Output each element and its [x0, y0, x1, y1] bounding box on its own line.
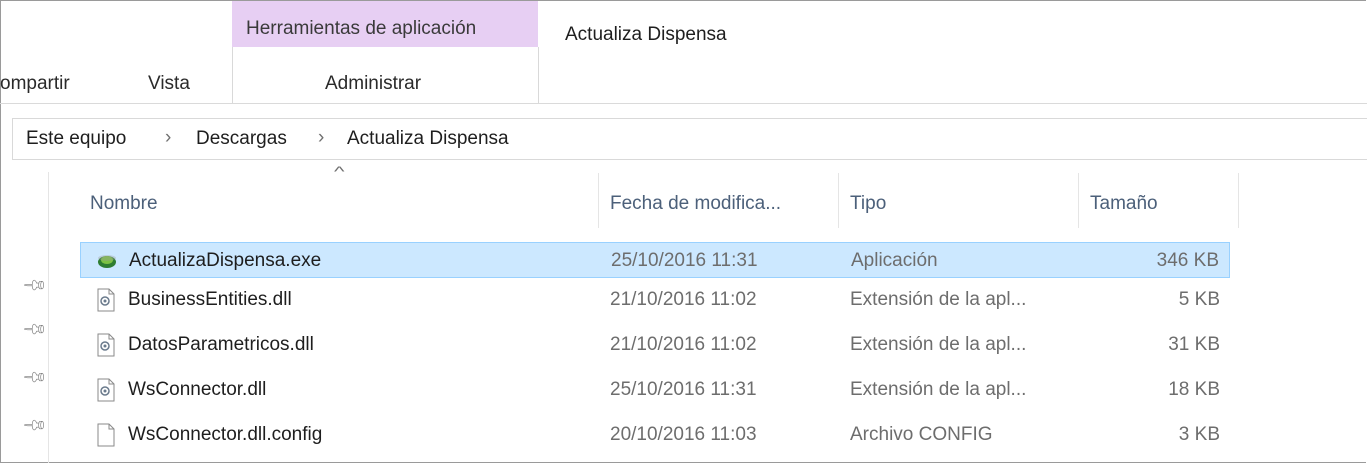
file-size: 18 KB [1168, 379, 1220, 400]
file-type: Extensión de la apl... [850, 334, 1027, 355]
file-row[interactable]: BusinessEntities.dll 21/10/2016 11:02 Exte… [80, 282, 1230, 318]
tab-administrar[interactable]: Administrar [325, 73, 421, 95]
column-divider[interactable] [1238, 173, 1239, 228]
file-row[interactable]: WsConnector.dll 25/10/2016 11:31 Extensión… [80, 372, 1230, 408]
breadcrumb-este-equipo[interactable]: Este equipo [26, 128, 126, 150]
file-date: 21/10/2016 11:02 [610, 289, 757, 310]
file-row[interactable]: DatosParametricos.dll 21/10/2016 11:02 Ext… [80, 327, 1230, 363]
column-header-type[interactable]: Tipo [850, 193, 886, 215]
column-header-name[interactable]: Nombre [90, 193, 158, 215]
context-group-label: Herramientas de aplicación [246, 18, 477, 39]
tab-compartir[interactable]: ompartir [0, 73, 70, 95]
file-name: DatosParametricos.dll [128, 334, 314, 355]
file-name: ActualizaDispensa.exe [129, 250, 322, 271]
file-name: BusinessEntities.dll [128, 289, 292, 310]
file-size: 31 KB [1168, 334, 1220, 355]
window-title: Actualiza Dispensa [565, 24, 727, 45]
navigation-pane-divider [48, 172, 49, 463]
file-type: Aplicación [851, 250, 938, 271]
dll-icon [96, 288, 116, 312]
file-date: 20/10/2016 11:03 [610, 424, 757, 445]
dll-icon [96, 378, 116, 402]
column-divider[interactable] [1078, 173, 1079, 228]
file-size: 5 KB [1178, 289, 1220, 310]
blank-file-icon [96, 423, 116, 447]
file-name: WsConnector.dll [128, 379, 267, 400]
file-type: Archivo CONFIG [850, 424, 993, 445]
file-date: 25/10/2016 11:31 [611, 250, 758, 271]
file-type: Extensión de la apl... [850, 379, 1027, 400]
file-row[interactable]: WsConnector.dll.config 20/10/2016 11:03 Ar… [80, 417, 1230, 453]
file-date: 21/10/2016 11:02 [610, 334, 757, 355]
breadcrumb-actualiza-dispensa[interactable]: Actualiza Dispensa [347, 128, 509, 150]
tab-vista[interactable]: Vista [148, 73, 190, 95]
ribbon-divider [0, 103, 1367, 104]
file-size: 346 KB [1156, 250, 1219, 271]
exe-app-icon [97, 249, 117, 273]
dll-icon [96, 333, 116, 357]
file-name: WsConnector.dll.config [128, 424, 323, 445]
column-divider[interactable] [838, 173, 839, 228]
column-divider[interactable] [598, 173, 599, 228]
column-header-size[interactable]: Tamaño [1090, 193, 1158, 215]
chevron-right-icon[interactable]: › [165, 127, 171, 149]
column-header-date[interactable]: Fecha de modifica... [610, 193, 781, 215]
breadcrumb-descargas[interactable]: Descargas [196, 128, 287, 150]
file-row[interactable]: ActualizaDispensa.exe 25/10/2016 11:31 Apl… [80, 242, 1230, 278]
chevron-right-icon[interactable]: › [318, 127, 324, 149]
file-size: 3 KB [1178, 424, 1220, 445]
sort-ascending-icon: ^ [334, 163, 345, 179]
file-date: 25/10/2016 11:31 [610, 379, 757, 400]
file-type: Extensión de la apl... [850, 289, 1027, 310]
